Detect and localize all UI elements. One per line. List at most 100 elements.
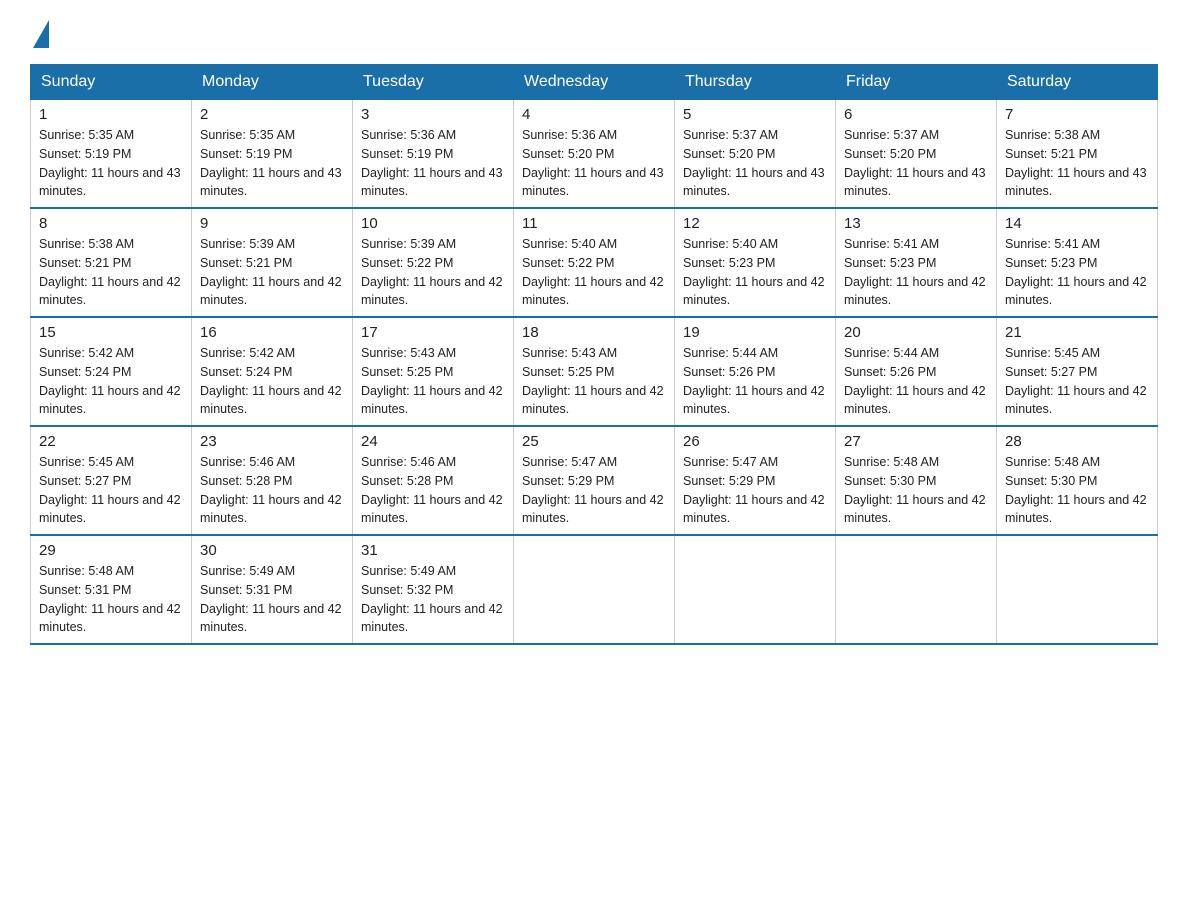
day-number: 5 xyxy=(683,106,827,123)
day-info: Sunrise: 5:37 AM Sunset: 5:20 PM Dayligh… xyxy=(844,126,988,201)
column-header-saturday: Saturday xyxy=(997,65,1158,100)
calendar-cell xyxy=(514,535,675,644)
day-number: 3 xyxy=(361,106,505,123)
day-info: Sunrise: 5:48 AM Sunset: 5:30 PM Dayligh… xyxy=(844,453,988,528)
day-number: 14 xyxy=(1005,215,1149,232)
week-row-4: 22 Sunrise: 5:45 AM Sunset: 5:27 PM Dayl… xyxy=(31,426,1158,535)
column-header-thursday: Thursday xyxy=(675,65,836,100)
day-number: 1 xyxy=(39,106,183,123)
day-number: 17 xyxy=(361,324,505,341)
day-info: Sunrise: 5:40 AM Sunset: 5:23 PM Dayligh… xyxy=(683,235,827,310)
day-info: Sunrise: 5:46 AM Sunset: 5:28 PM Dayligh… xyxy=(200,453,344,528)
day-number: 2 xyxy=(200,106,344,123)
day-number: 18 xyxy=(522,324,666,341)
day-info: Sunrise: 5:42 AM Sunset: 5:24 PM Dayligh… xyxy=(39,344,183,419)
week-row-2: 8 Sunrise: 5:38 AM Sunset: 5:21 PM Dayli… xyxy=(31,208,1158,317)
logo-triangle-icon xyxy=(33,20,49,48)
logo xyxy=(30,20,49,44)
day-info: Sunrise: 5:35 AM Sunset: 5:19 PM Dayligh… xyxy=(39,126,183,201)
day-info: Sunrise: 5:36 AM Sunset: 5:19 PM Dayligh… xyxy=(361,126,505,201)
day-info: Sunrise: 5:43 AM Sunset: 5:25 PM Dayligh… xyxy=(522,344,666,419)
calendar-cell: 15 Sunrise: 5:42 AM Sunset: 5:24 PM Dayl… xyxy=(31,317,192,426)
day-number: 8 xyxy=(39,215,183,232)
day-info: Sunrise: 5:38 AM Sunset: 5:21 PM Dayligh… xyxy=(1005,126,1149,201)
week-row-5: 29 Sunrise: 5:48 AM Sunset: 5:31 PM Dayl… xyxy=(31,535,1158,644)
day-info: Sunrise: 5:49 AM Sunset: 5:31 PM Dayligh… xyxy=(200,562,344,637)
calendar-cell: 20 Sunrise: 5:44 AM Sunset: 5:26 PM Dayl… xyxy=(836,317,997,426)
calendar-cell: 8 Sunrise: 5:38 AM Sunset: 5:21 PM Dayli… xyxy=(31,208,192,317)
day-info: Sunrise: 5:44 AM Sunset: 5:26 PM Dayligh… xyxy=(844,344,988,419)
day-number: 15 xyxy=(39,324,183,341)
calendar-cell: 14 Sunrise: 5:41 AM Sunset: 5:23 PM Dayl… xyxy=(997,208,1158,317)
calendar-cell: 17 Sunrise: 5:43 AM Sunset: 5:25 PM Dayl… xyxy=(353,317,514,426)
day-info: Sunrise: 5:49 AM Sunset: 5:32 PM Dayligh… xyxy=(361,562,505,637)
day-number: 16 xyxy=(200,324,344,341)
day-info: Sunrise: 5:47 AM Sunset: 5:29 PM Dayligh… xyxy=(522,453,666,528)
day-info: Sunrise: 5:47 AM Sunset: 5:29 PM Dayligh… xyxy=(683,453,827,528)
day-info: Sunrise: 5:42 AM Sunset: 5:24 PM Dayligh… xyxy=(200,344,344,419)
column-header-wednesday: Wednesday xyxy=(514,65,675,100)
calendar-cell: 10 Sunrise: 5:39 AM Sunset: 5:22 PM Dayl… xyxy=(353,208,514,317)
day-info: Sunrise: 5:41 AM Sunset: 5:23 PM Dayligh… xyxy=(1005,235,1149,310)
week-row-1: 1 Sunrise: 5:35 AM Sunset: 5:19 PM Dayli… xyxy=(31,100,1158,209)
day-info: Sunrise: 5:48 AM Sunset: 5:30 PM Dayligh… xyxy=(1005,453,1149,528)
column-header-tuesday: Tuesday xyxy=(353,65,514,100)
day-number: 23 xyxy=(200,433,344,450)
page-header xyxy=(30,20,1158,44)
calendar-cell: 29 Sunrise: 5:48 AM Sunset: 5:31 PM Dayl… xyxy=(31,535,192,644)
day-info: Sunrise: 5:39 AM Sunset: 5:22 PM Dayligh… xyxy=(361,235,505,310)
day-number: 25 xyxy=(522,433,666,450)
day-number: 27 xyxy=(844,433,988,450)
calendar-header-row: SundayMondayTuesdayWednesdayThursdayFrid… xyxy=(31,65,1158,100)
calendar-cell: 24 Sunrise: 5:46 AM Sunset: 5:28 PM Dayl… xyxy=(353,426,514,535)
day-info: Sunrise: 5:38 AM Sunset: 5:21 PM Dayligh… xyxy=(39,235,183,310)
calendar-cell: 12 Sunrise: 5:40 AM Sunset: 5:23 PM Dayl… xyxy=(675,208,836,317)
calendar-cell: 4 Sunrise: 5:36 AM Sunset: 5:20 PM Dayli… xyxy=(514,100,675,209)
day-number: 11 xyxy=(522,215,666,232)
calendar-cell xyxy=(836,535,997,644)
day-number: 13 xyxy=(844,215,988,232)
day-number: 12 xyxy=(683,215,827,232)
day-number: 21 xyxy=(1005,324,1149,341)
day-info: Sunrise: 5:45 AM Sunset: 5:27 PM Dayligh… xyxy=(1005,344,1149,419)
calendar-cell: 2 Sunrise: 5:35 AM Sunset: 5:19 PM Dayli… xyxy=(192,100,353,209)
day-info: Sunrise: 5:43 AM Sunset: 5:25 PM Dayligh… xyxy=(361,344,505,419)
day-info: Sunrise: 5:44 AM Sunset: 5:26 PM Dayligh… xyxy=(683,344,827,419)
day-number: 24 xyxy=(361,433,505,450)
day-info: Sunrise: 5:35 AM Sunset: 5:19 PM Dayligh… xyxy=(200,126,344,201)
calendar-cell: 11 Sunrise: 5:40 AM Sunset: 5:22 PM Dayl… xyxy=(514,208,675,317)
column-header-friday: Friday xyxy=(836,65,997,100)
day-number: 28 xyxy=(1005,433,1149,450)
day-number: 4 xyxy=(522,106,666,123)
calendar-cell: 25 Sunrise: 5:47 AM Sunset: 5:29 PM Dayl… xyxy=(514,426,675,535)
calendar-cell: 22 Sunrise: 5:45 AM Sunset: 5:27 PM Dayl… xyxy=(31,426,192,535)
day-number: 30 xyxy=(200,542,344,559)
calendar-cell: 26 Sunrise: 5:47 AM Sunset: 5:29 PM Dayl… xyxy=(675,426,836,535)
calendar-cell xyxy=(997,535,1158,644)
calendar-cell: 3 Sunrise: 5:36 AM Sunset: 5:19 PM Dayli… xyxy=(353,100,514,209)
day-info: Sunrise: 5:41 AM Sunset: 5:23 PM Dayligh… xyxy=(844,235,988,310)
calendar-cell: 16 Sunrise: 5:42 AM Sunset: 5:24 PM Dayl… xyxy=(192,317,353,426)
calendar-cell: 31 Sunrise: 5:49 AM Sunset: 5:32 PM Dayl… xyxy=(353,535,514,644)
column-header-monday: Monday xyxy=(192,65,353,100)
calendar-cell: 5 Sunrise: 5:37 AM Sunset: 5:20 PM Dayli… xyxy=(675,100,836,209)
day-info: Sunrise: 5:40 AM Sunset: 5:22 PM Dayligh… xyxy=(522,235,666,310)
calendar-cell xyxy=(675,535,836,644)
calendar-cell: 21 Sunrise: 5:45 AM Sunset: 5:27 PM Dayl… xyxy=(997,317,1158,426)
day-number: 29 xyxy=(39,542,183,559)
day-number: 7 xyxy=(1005,106,1149,123)
day-info: Sunrise: 5:46 AM Sunset: 5:28 PM Dayligh… xyxy=(361,453,505,528)
calendar-cell: 1 Sunrise: 5:35 AM Sunset: 5:19 PM Dayli… xyxy=(31,100,192,209)
day-number: 26 xyxy=(683,433,827,450)
day-number: 10 xyxy=(361,215,505,232)
calendar-cell: 28 Sunrise: 5:48 AM Sunset: 5:30 PM Dayl… xyxy=(997,426,1158,535)
day-info: Sunrise: 5:45 AM Sunset: 5:27 PM Dayligh… xyxy=(39,453,183,528)
calendar-cell: 18 Sunrise: 5:43 AM Sunset: 5:25 PM Dayl… xyxy=(514,317,675,426)
day-number: 6 xyxy=(844,106,988,123)
day-number: 22 xyxy=(39,433,183,450)
calendar-cell: 19 Sunrise: 5:44 AM Sunset: 5:26 PM Dayl… xyxy=(675,317,836,426)
day-info: Sunrise: 5:36 AM Sunset: 5:20 PM Dayligh… xyxy=(522,126,666,201)
calendar-table: SundayMondayTuesdayWednesdayThursdayFrid… xyxy=(30,64,1158,645)
week-row-3: 15 Sunrise: 5:42 AM Sunset: 5:24 PM Dayl… xyxy=(31,317,1158,426)
calendar-cell: 27 Sunrise: 5:48 AM Sunset: 5:30 PM Dayl… xyxy=(836,426,997,535)
